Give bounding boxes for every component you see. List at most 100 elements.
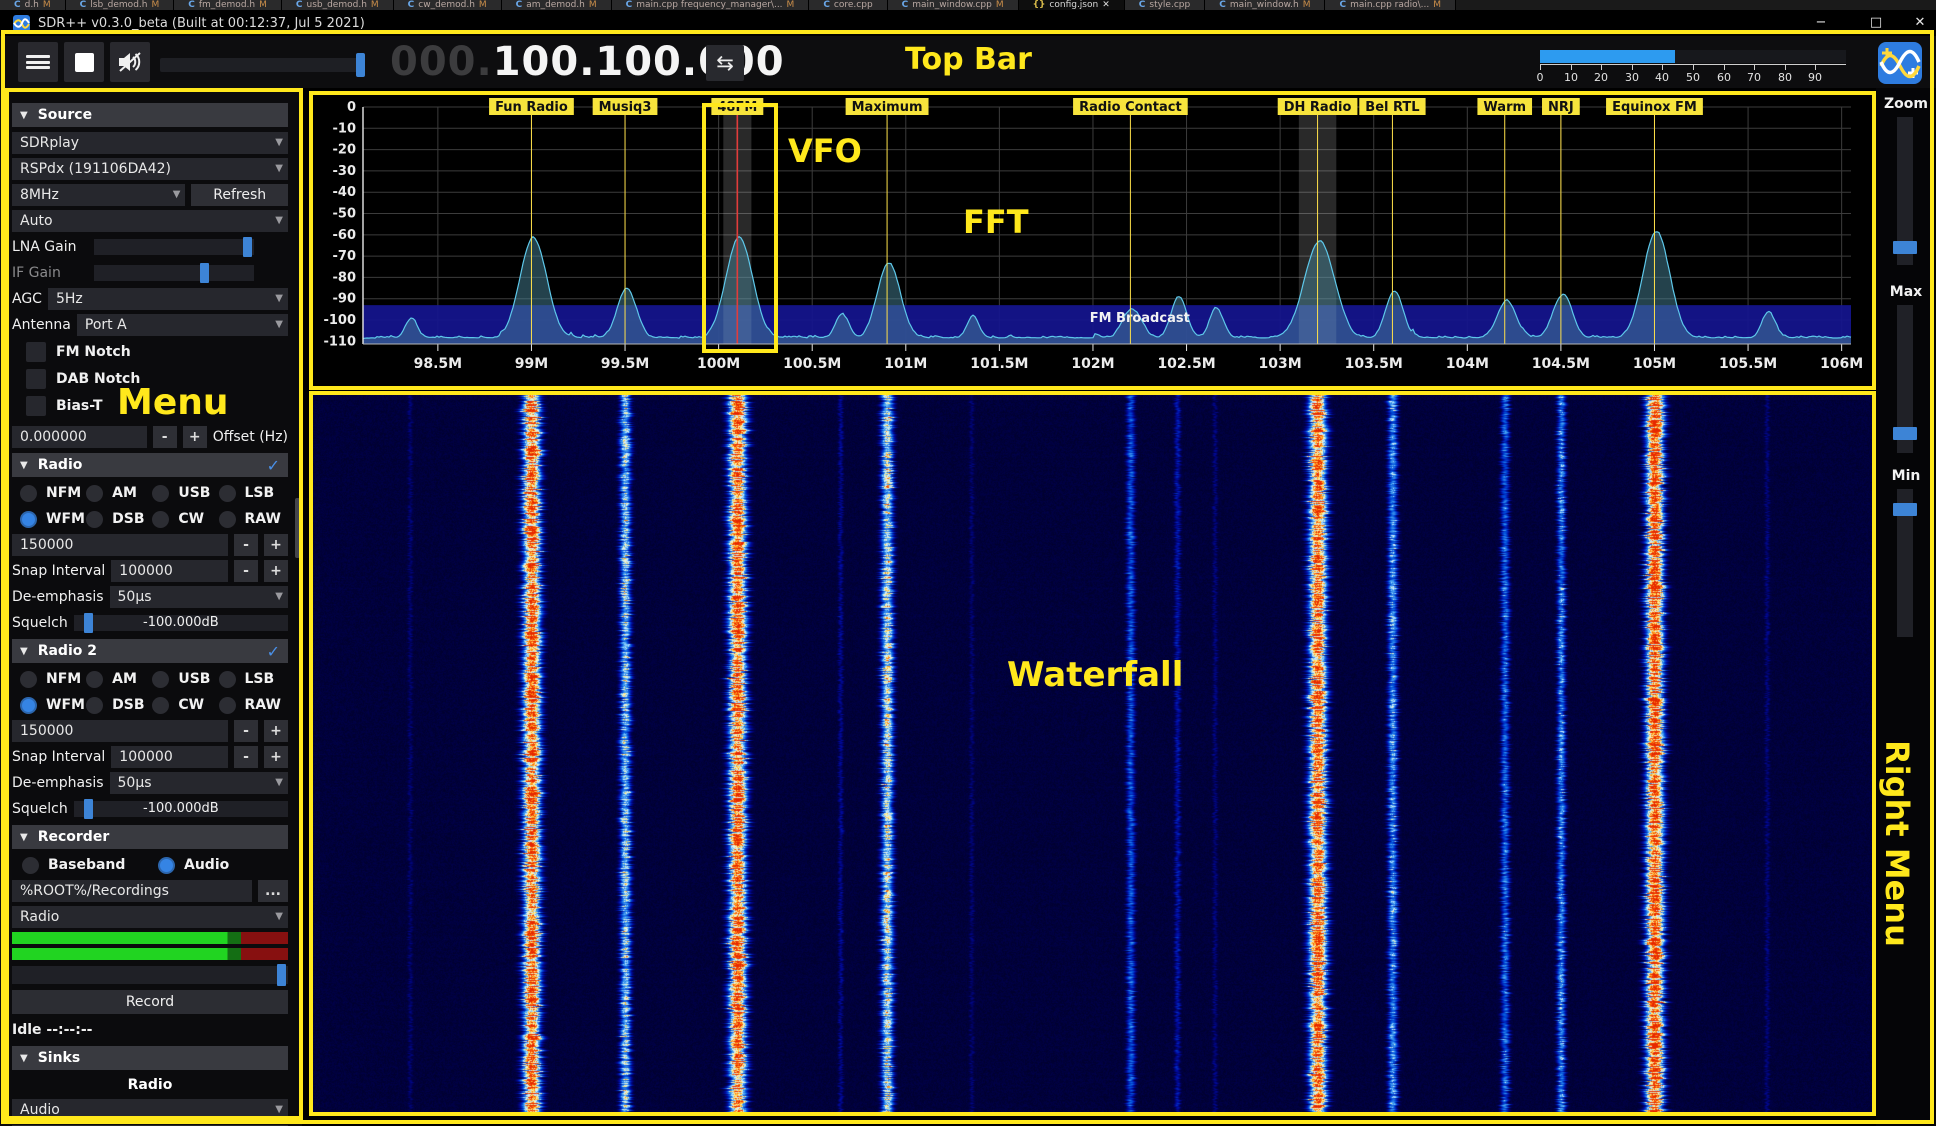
mode-am[interactable]: AM	[86, 482, 152, 504]
menu-scrollbar[interactable]	[295, 498, 300, 558]
recorder-volume-slider[interactable]	[12, 966, 288, 984]
mute-button[interactable]	[110, 42, 150, 82]
mode-nfm[interactable]: NFM	[20, 668, 86, 690]
if-mode-select[interactable]: Auto▼	[12, 210, 288, 232]
source-driver-select[interactable]: SDRplay▼	[12, 132, 288, 154]
swap-vfo-button[interactable]: ⇆	[706, 45, 744, 81]
waterfall-display[interactable]	[312, 392, 1874, 1114]
station-label[interactable]: Warm	[1477, 98, 1532, 115]
if-gain-handle[interactable]	[200, 263, 209, 283]
recorder-mode-baseband[interactable]: Baseband	[22, 854, 152, 876]
mode-raw[interactable]: RAW	[219, 508, 288, 530]
mode-wfm[interactable]: WFM	[20, 508, 86, 530]
mode-raw[interactable]: RAW	[219, 694, 288, 716]
editor-tab[interactable]: Cam_demod.hM	[502, 0, 612, 10]
bandwidth-plus-button[interactable]: +	[264, 534, 288, 556]
enabled-check-icon[interactable]: ✓	[267, 456, 280, 475]
snap-plus-button[interactable]: +	[264, 560, 288, 582]
browse-button[interactable]: ...	[258, 880, 288, 902]
station-label[interactable]: Equinox FM	[1606, 98, 1703, 115]
recordings-path-input[interactable]: %ROOT%/Recordings	[12, 880, 252, 902]
lna-gain-handle[interactable]	[243, 237, 252, 257]
editor-tab[interactable]: Cfm_demod.hM	[174, 0, 282, 10]
station-label[interactable]: Fun Radio	[489, 98, 574, 115]
bandwidth-select[interactable]: 8MHz▼	[12, 184, 185, 206]
source-section-header[interactable]: ▼ Source	[12, 103, 288, 127]
editor-tab[interactable]: {}config.json✕	[1019, 0, 1125, 10]
snap-interval-input[interactable]: 100000	[111, 560, 228, 582]
snap-minus-button[interactable]: -	[234, 560, 258, 582]
offset-plus-button[interactable]: +	[183, 426, 207, 448]
close-button[interactable]: ✕	[1900, 10, 1936, 36]
mode-cw[interactable]: CW	[152, 508, 218, 530]
mode-dsb[interactable]: DSB	[86, 508, 152, 530]
station-label[interactable]: Musiq3	[593, 98, 658, 115]
radio-section-header[interactable]: ▼Radio✓	[12, 453, 288, 477]
min-slider-handle[interactable]	[1893, 503, 1917, 516]
source-device-select[interactable]: RSPdx (191106DA42)▼	[12, 158, 288, 180]
station-label[interactable]: NRJ	[1542, 98, 1580, 115]
max-slider-handle[interactable]	[1893, 427, 1917, 440]
fft-intensity-scale[interactable]: 0102030405060708090	[1540, 48, 1846, 88]
mode-lsb[interactable]: LSB	[219, 668, 288, 690]
volume-slider[interactable]	[160, 58, 364, 72]
dab-notch-checkbox[interactable]	[26, 369, 46, 389]
editor-tab[interactable]: Ccore.cpp	[809, 0, 887, 10]
bandwidth-minus-button[interactable]: -	[234, 720, 258, 742]
editor-tab[interactable]: Ccw_demod.hM	[394, 0, 502, 10]
if-gain-slider[interactable]	[94, 265, 254, 281]
mode-am[interactable]: AM	[86, 668, 152, 690]
snap-minus-button[interactable]: -	[234, 746, 258, 768]
bandwidth-input[interactable]: 150000	[12, 720, 228, 742]
sinks-section-header[interactable]: ▼ Sinks	[12, 1046, 288, 1070]
station-label[interactable]: Maximum	[846, 98, 929, 115]
mode-dsb[interactable]: DSB	[86, 694, 152, 716]
editor-tab[interactable]: Cstyle.cpp	[1125, 0, 1205, 10]
mode-usb[interactable]: USB	[152, 668, 218, 690]
station-label[interactable]: DH Radio	[1278, 98, 1358, 115]
recorder-section-header[interactable]: ▼ Recorder	[12, 825, 288, 849]
max-slider[interactable]	[1897, 305, 1913, 453]
stop-button[interactable]	[64, 42, 104, 82]
fft-plot[interactable]: 0-10-20-30-40-50-60-70-80-90-100-11098.5…	[310, 92, 1876, 390]
radio-section-header[interactable]: ▼Radio 2✓	[12, 639, 288, 663]
bandwidth-plus-button[interactable]: +	[264, 720, 288, 742]
bandwidth-input[interactable]: 150000	[12, 534, 228, 556]
deemphasis-select[interactable]: 50µs▼	[110, 772, 288, 794]
bandwidth-minus-button[interactable]: -	[234, 534, 258, 556]
lna-gain-slider[interactable]	[94, 239, 254, 255]
antenna-select[interactable]: Port A▼	[77, 314, 288, 336]
mode-lsb[interactable]: LSB	[219, 482, 288, 504]
zoom-slider[interactable]	[1897, 117, 1913, 265]
recorder-volume-handle[interactable]	[277, 964, 286, 986]
editor-tab[interactable]: Cmain_window.cppM	[888, 0, 1019, 10]
editor-tab[interactable]: Cmain.cpp frequency_manager\...M	[612, 0, 810, 10]
offset-input[interactable]: 0.000000	[12, 426, 147, 448]
mode-cw[interactable]: CW	[152, 694, 218, 716]
offset-minus-button[interactable]: -	[153, 426, 177, 448]
min-slider[interactable]	[1897, 489, 1913, 637]
volume-slider-handle[interactable]	[356, 53, 365, 77]
refresh-button[interactable]: Refresh	[191, 184, 288, 206]
editor-tab[interactable]: Clsb_demod.hM	[66, 0, 175, 10]
squelch-slider[interactable]: -100.000dB	[74, 615, 288, 631]
enabled-check-icon[interactable]: ✓	[267, 642, 280, 661]
menu-hamburger-button[interactable]	[18, 42, 58, 82]
recorder-mode-audio[interactable]: Audio	[158, 854, 288, 876]
zoom-slider-handle[interactable]	[1893, 241, 1917, 254]
station-label[interactable]: Bel RTL	[1359, 98, 1425, 115]
bias-t-checkbox[interactable]	[26, 396, 46, 416]
mode-usb[interactable]: USB	[152, 482, 218, 504]
snap-plus-button[interactable]: +	[264, 746, 288, 768]
sink-type-select[interactable]: Audio▼	[12, 1099, 288, 1121]
record-button[interactable]: Record	[12, 990, 288, 1014]
deemphasis-select[interactable]: 50µs▼	[110, 586, 288, 608]
editor-tab[interactable]: Cmain_window.hM	[1205, 0, 1325, 10]
editor-tab[interactable]: Cusb_demod.hM	[282, 0, 394, 10]
minimize-button[interactable]: −	[1801, 10, 1841, 36]
station-label[interactable]: Radio Contact	[1073, 98, 1188, 115]
agc-select[interactable]: 5Hz▼	[48, 288, 288, 310]
maximize-button[interactable]: □	[1856, 10, 1896, 36]
editor-tab[interactable]: Cmain.cpp radio\...M	[1325, 0, 1456, 10]
fm-notch-checkbox[interactable]	[26, 342, 46, 362]
